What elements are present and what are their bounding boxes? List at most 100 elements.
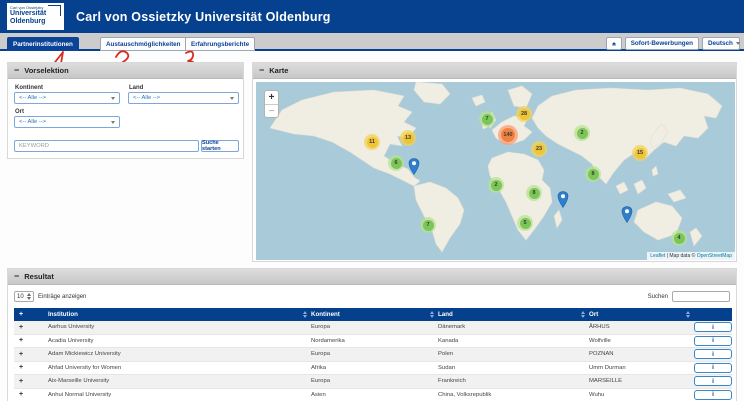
map-cluster-15[interactable]: 15 — [632, 145, 648, 161]
land-iceland — [472, 95, 485, 106]
map-cluster-8[interactable]: 8 — [585, 166, 601, 182]
land-south-america — [414, 182, 464, 252]
expand-row-icon[interactable]: + — [19, 364, 23, 371]
chevron-down-icon — [736, 42, 740, 45]
map-cluster-140[interactable]: 140 — [498, 125, 518, 145]
map-cluster-7[interactable]: 7 — [479, 111, 495, 127]
table-search-input[interactable] — [672, 291, 730, 302]
expand-row-icon[interactable]: + — [19, 378, 23, 385]
sort-icon[interactable] — [686, 311, 690, 318]
cluster-count: 8 — [529, 188, 540, 199]
land-select[interactable]: <-- Alle --> — [128, 92, 239, 104]
table-row: + Acadia University Nordamerika Kanada W… — [14, 335, 732, 349]
map-cluster-13[interactable]: 13 — [400, 130, 416, 146]
map-canvas[interactable]: + − Leaflet | Map data © OpenStreetMap 1… — [256, 82, 735, 260]
chevron-down-icon — [230, 97, 234, 100]
home-icon — [612, 40, 616, 48]
expand-all-icon[interactable]: + — [19, 311, 23, 318]
zoom-in-button[interactable]: + — [265, 91, 278, 104]
map-cluster-4[interactable]: 4 — [671, 230, 687, 246]
vorselektion-panel-header[interactable]: − Vorselektion — [8, 63, 243, 79]
land-greenland — [414, 82, 450, 104]
language-select[interactable]: Deutsch — [702, 37, 740, 50]
collapse-icon[interactable]: − — [14, 66, 19, 75]
page-size-select[interactable]: 10 — [14, 291, 34, 302]
resultat-title: Resultat — [24, 272, 54, 281]
table-row: + Anhui Normal University Asien China, V… — [14, 389, 732, 401]
map-marker-pin[interactable] — [558, 191, 569, 213]
leaflet-link[interactable]: Leaflet — [650, 253, 665, 259]
ort-select-value: <-- Alle --> — [19, 119, 46, 125]
land-philippines — [652, 166, 658, 176]
map-cluster-2[interactable]: 2 — [574, 125, 590, 141]
map-cluster-11[interactable]: 11 — [364, 134, 380, 150]
marker-pin-icon — [409, 158, 420, 175]
logo-bracket-icon — [48, 5, 61, 16]
land-sumatra — [616, 182, 628, 194]
cluster-count: 7 — [482, 114, 493, 125]
marker-pin-icon — [622, 206, 633, 223]
karte-panel-header[interactable]: − Karte — [253, 63, 736, 79]
land-borneo — [634, 180, 646, 194]
zoom-out-button[interactable]: − — [265, 104, 278, 117]
spinner-icon — [27, 293, 31, 300]
collapse-icon[interactable]: − — [14, 272, 19, 281]
ort-select[interactable]: <-- Alle --> — [14, 116, 120, 128]
entries-label: Einträge anzeigen — [38, 294, 86, 300]
home-button[interactable] — [606, 37, 622, 50]
info-button[interactable]: i — [694, 336, 732, 346]
sofort-bewerbungen-button[interactable]: Sofort-Bewerbungen — [625, 37, 699, 50]
land-new-guinea — [668, 190, 686, 202]
keyword-input[interactable] — [14, 140, 199, 152]
cluster-count: 5 — [520, 218, 531, 229]
column-header-land[interactable]: Land — [438, 311, 453, 318]
map-cluster-8[interactable]: 8 — [526, 185, 542, 201]
cluster-count: 7 — [423, 220, 434, 231]
expand-row-icon[interactable]: + — [19, 337, 23, 344]
tab-austauschmoeglichkeiten[interactable]: Austauschmöglichkeiten — [100, 37, 187, 51]
sort-icon[interactable] — [303, 311, 307, 318]
sort-icon[interactable] — [430, 311, 434, 318]
cell-kontinent: Afrika — [311, 365, 438, 371]
map-marker-pin[interactable] — [622, 206, 633, 228]
column-header-institution[interactable]: Institution — [48, 311, 78, 318]
info-button[interactable]: i — [694, 322, 732, 332]
suche-starten-button[interactable]: Suche starten — [201, 140, 239, 152]
cell-land: Polen — [438, 351, 589, 357]
resultat-panel-header[interactable]: − Resultat — [8, 269, 736, 285]
map-marker-pin[interactable] — [409, 158, 420, 180]
map-cluster-7[interactable]: 7 — [420, 217, 436, 233]
ort-label: Ort — [15, 109, 24, 115]
tab-erfahrungsberichte[interactable]: Erfahrungsberichte — [185, 37, 255, 51]
cluster-count: 11 — [367, 137, 378, 148]
map-cluster-2[interactable]: 2 — [488, 177, 504, 193]
vorselektion-panel: − Vorselektion Kontinent Land <-- Alle -… — [7, 62, 244, 159]
info-button[interactable]: i — [694, 349, 732, 359]
expand-row-icon[interactable]: + — [19, 351, 23, 358]
cluster-count: 13 — [403, 133, 414, 144]
cell-institution: Aarhus University — [48, 324, 311, 330]
karte-panel: − Karte — [252, 62, 737, 262]
map-cluster-23[interactable]: 23 — [531, 141, 547, 157]
table-header-row: + Institution Kontinent Land Ort — [14, 308, 732, 321]
sort-icon[interactable] — [581, 311, 585, 318]
map-cluster-5[interactable]: 5 — [517, 215, 533, 231]
search-label: Suchen — [648, 294, 668, 300]
page-title: Carl von Ossietzky Universität Oldenburg — [76, 0, 331, 33]
info-button[interactable]: i — [694, 376, 732, 386]
university-logo[interactable]: Carl von Ossietzky Universität Oldenburg — [7, 3, 64, 30]
kontinent-select[interactable]: <-- Alle --> — [14, 92, 120, 104]
openstreetmap-link[interactable]: OpenStreetMap — [697, 253, 732, 259]
expand-row-icon[interactable]: + — [19, 324, 23, 331]
cell-institution: Anhui Normal University — [48, 392, 311, 398]
column-header-ort[interactable]: Ort — [589, 311, 598, 318]
info-button[interactable]: i — [694, 363, 732, 373]
map-cluster-6[interactable]: 6 — [388, 155, 404, 171]
collapse-icon[interactable]: − — [259, 66, 264, 75]
column-header-kontinent[interactable]: Kontinent — [311, 311, 340, 318]
tab-partnerinstitutionen[interactable]: Partnerinstitutionen — [7, 37, 79, 51]
info-button[interactable]: i — [694, 390, 732, 400]
map-cluster-28[interactable]: 28 — [516, 106, 532, 122]
expand-row-icon[interactable]: + — [19, 391, 23, 398]
cell-institution: Acadia University — [48, 338, 311, 344]
